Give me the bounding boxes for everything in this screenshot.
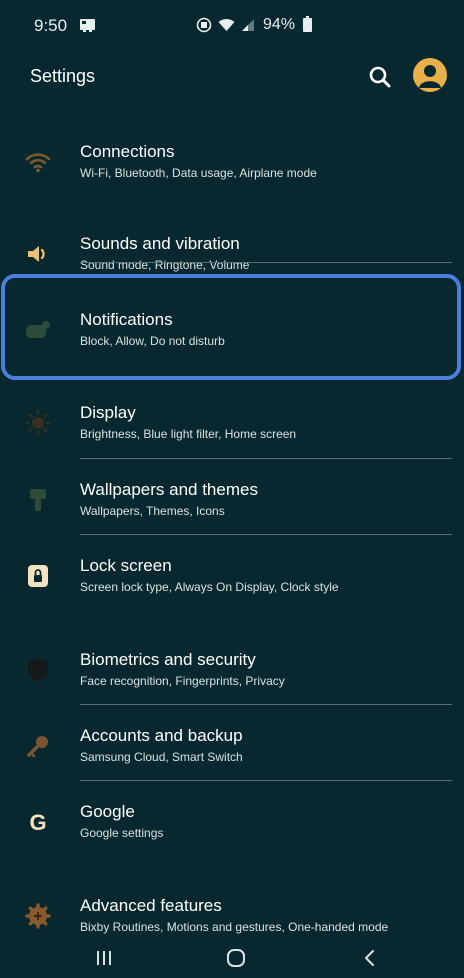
back-icon[interactable] bbox=[350, 944, 390, 972]
svg-text:G: G bbox=[29, 810, 46, 835]
settings-item-connections[interactable]: Connections Wi-Fi, Bluetooth, Data usage… bbox=[0, 132, 464, 208]
item-subtitle: Wi-Fi, Bluetooth, Data usage, Airplane m… bbox=[80, 166, 317, 180]
settings-item-lock-screen[interactable]: Lock screen Screen lock type, Always On … bbox=[0, 546, 464, 622]
key-icon bbox=[24, 732, 52, 760]
item-subtitle: Face recognition, Fingerprints, Privacy bbox=[80, 674, 285, 688]
home-icon[interactable] bbox=[216, 944, 256, 972]
paintbrush-icon bbox=[24, 486, 52, 514]
item-title: Advanced features bbox=[80, 896, 222, 915]
settings-item-google[interactable]: G Google Google settings bbox=[0, 792, 464, 868]
item-subtitle: Bixby Routines, Motions and gestures, On… bbox=[80, 920, 389, 934]
lock-icon bbox=[24, 562, 52, 590]
divider bbox=[80, 458, 452, 459]
recents-icon[interactable] bbox=[84, 944, 124, 972]
status-time: 9:50 bbox=[34, 16, 68, 35]
navigation-bar bbox=[0, 938, 464, 978]
item-subtitle: Google settings bbox=[80, 826, 164, 840]
settings-header: Settings bbox=[0, 50, 464, 106]
search-icon[interactable] bbox=[366, 63, 394, 91]
divider bbox=[80, 534, 452, 535]
item-title: Lock screen bbox=[80, 556, 172, 575]
battery-icon bbox=[303, 16, 313, 32]
item-subtitle: Screen lock type, Always On Display, Clo… bbox=[80, 580, 339, 594]
battery-percent: 94% bbox=[263, 16, 296, 33]
item-title: Connections bbox=[80, 142, 175, 161]
gear-plus-icon bbox=[24, 902, 52, 930]
speaker-icon bbox=[24, 240, 52, 268]
item-subtitle: Sound mode, Ringtone, Volume bbox=[80, 258, 250, 272]
profile-avatar-icon[interactable] bbox=[413, 58, 447, 92]
status-indicators: 94% bbox=[196, 16, 313, 34]
divider bbox=[80, 780, 452, 781]
item-title: Accounts and backup bbox=[80, 726, 243, 745]
data-saver-icon bbox=[196, 17, 212, 33]
shield-icon bbox=[24, 656, 52, 684]
gallery-notification-icon bbox=[80, 19, 95, 32]
wifi-status-icon bbox=[218, 18, 235, 31]
item-subtitle: Samsung Cloud, Smart Switch bbox=[80, 750, 243, 764]
item-title: Wallpapers and themes bbox=[80, 480, 258, 499]
divider bbox=[80, 262, 452, 263]
google-icon: G bbox=[24, 808, 52, 836]
item-subtitle: Wallpapers, Themes, Icons bbox=[80, 504, 225, 518]
page-title: Settings bbox=[30, 66, 96, 86]
divider bbox=[80, 704, 452, 705]
status-bar: 9:50 94% bbox=[0, 0, 464, 48]
brightness-icon bbox=[24, 409, 52, 437]
item-title: Google bbox=[80, 802, 135, 821]
highlight-box bbox=[1, 274, 461, 380]
item-title: Display bbox=[80, 403, 136, 422]
item-title: Biometrics and security bbox=[80, 650, 256, 669]
signal-icon bbox=[242, 19, 254, 31]
item-title: Sounds and vibration bbox=[80, 234, 240, 253]
wifi-icon bbox=[24, 148, 52, 176]
item-subtitle: Brightness, Blue light filter, Home scre… bbox=[80, 427, 297, 441]
